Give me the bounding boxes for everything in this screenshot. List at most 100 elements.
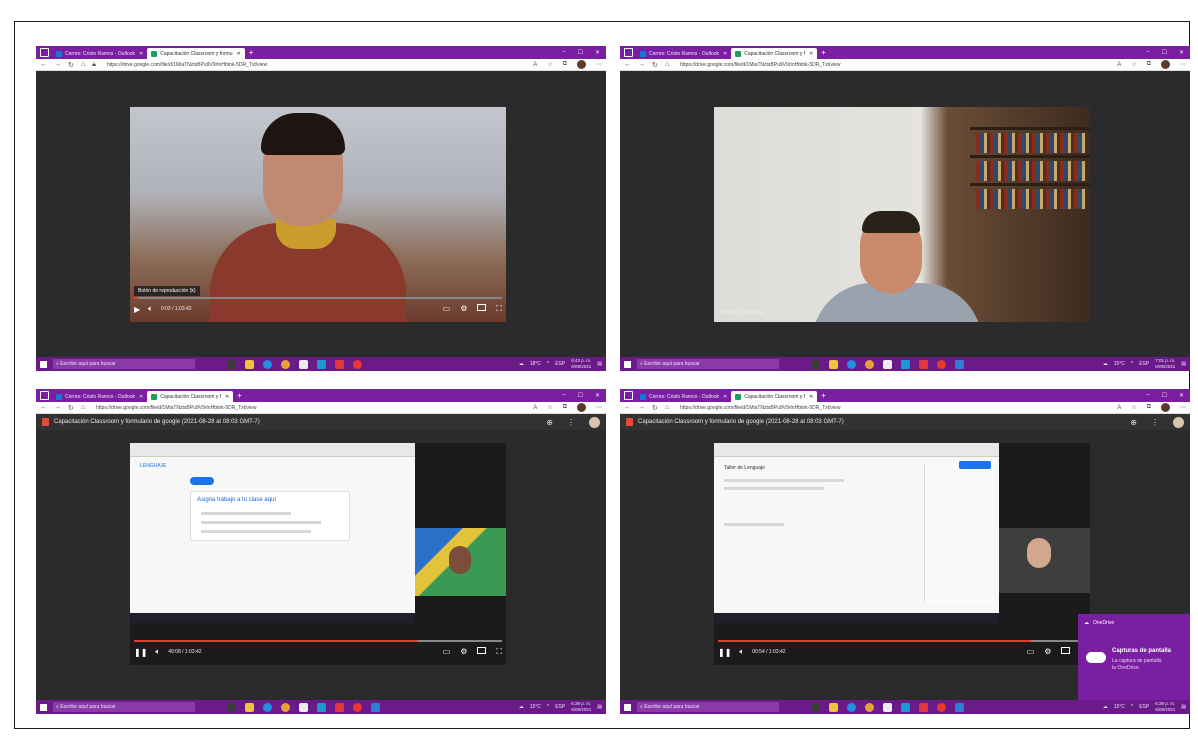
tab-actions-icon[interactable] — [624, 391, 633, 400]
close-icon[interactable]: ✕ — [809, 394, 813, 400]
clock[interactable]: 7:01 p. m. 6/09/2021 — [1155, 358, 1175, 370]
refresh-icon[interactable]: ↻ — [652, 404, 658, 412]
chrome-icon[interactable] — [281, 359, 290, 369]
clock[interactable]: 6:39 p. m. 6/09/2021 — [571, 701, 591, 713]
volume-icon[interactable]: 🔈︎ — [155, 647, 160, 657]
store-icon[interactable] — [299, 359, 308, 369]
tab-outlook[interactable]: Correo: Cristo Ramos - Outlook ✕ — [636, 391, 731, 402]
task-view-icon[interactable] — [811, 359, 820, 369]
photos-icon[interactable] — [955, 359, 964, 369]
new-tab-button[interactable]: + — [249, 48, 254, 57]
profile-avatar[interactable] — [577, 403, 586, 412]
pause-icon[interactable]: ❚❚ — [134, 648, 147, 657]
favorite-icon[interactable]: ☆ — [1131, 61, 1136, 68]
edge-icon[interactable] — [847, 359, 856, 369]
settings-gear-icon[interactable]: ⚙ — [1044, 647, 1051, 657]
video-player[interactable]: Taller de Lenguaje — [714, 443, 1090, 665]
edge-icon[interactable] — [263, 359, 272, 369]
add-person-icon[interactable]: ⊕ — [1130, 418, 1137, 427]
more-options-button[interactable]: ⋮ — [1151, 418, 1159, 427]
more-icon[interactable]: ⋯ — [596, 61, 602, 68]
taskbar-search[interactable]: ⌕ Escribe aquí para buscar — [53, 702, 195, 712]
windows-start-icon[interactable] — [40, 703, 47, 711]
close-icon[interactable]: ✕ — [225, 394, 229, 400]
minimize-button[interactable]: – — [562, 49, 565, 56]
chrome-icon[interactable] — [865, 359, 874, 369]
url-field[interactable]: https://drive.google.com/file/d/1MiaTNzt… — [680, 405, 840, 411]
opera-icon[interactable] — [353, 359, 362, 369]
close-button[interactable]: ✕ — [1179, 392, 1184, 399]
file-explorer-icon[interactable] — [829, 359, 838, 369]
collections-icon[interactable]: ⧉ — [1147, 61, 1151, 68]
notifications-icon[interactable]: ▤ — [1181, 361, 1186, 367]
more-icon[interactable]: ⋯ — [1180, 61, 1186, 68]
video-player[interactable]: Hector cardenas — [714, 107, 1090, 322]
volume-icon[interactable]: 🔈︎ — [739, 647, 744, 657]
store-icon[interactable] — [883, 359, 892, 369]
refresh-icon[interactable]: ↻ — [652, 61, 658, 69]
avatar[interactable] — [1173, 416, 1184, 428]
read-aloud-icon[interactable]: A — [1117, 62, 1121, 68]
settings-gear-icon[interactable]: ⚙ — [460, 647, 467, 657]
home-icon[interactable]: ⌂ — [81, 404, 85, 411]
add-person-icon[interactable]: ⊕ — [546, 418, 553, 427]
close-button[interactable]: ✕ — [595, 49, 600, 56]
store-icon[interactable] — [299, 702, 308, 712]
profile-avatar[interactable] — [1161, 403, 1170, 412]
tab-drive[interactable]: Capacitación Classroom y f ✕ — [731, 391, 818, 402]
new-tab-button[interactable]: + — [237, 391, 242, 400]
minimize-button[interactable]: – — [562, 392, 565, 399]
chevron-up-icon[interactable]: ^ — [547, 361, 549, 367]
favorite-icon[interactable]: ☆ — [547, 404, 552, 411]
task-view-icon[interactable] — [227, 359, 236, 369]
captions-icon[interactable]: ▭ — [1027, 647, 1035, 657]
tab-actions-icon[interactable] — [40, 48, 49, 57]
close-icon[interactable]: ✕ — [139, 394, 143, 400]
office-icon[interactable] — [335, 702, 344, 712]
new-tab-button[interactable]: + — [821, 48, 826, 57]
chevron-up-icon[interactable]: ^ — [1131, 361, 1133, 367]
mail-icon[interactable] — [317, 702, 326, 712]
pause-icon[interactable]: ❚❚ — [718, 648, 731, 657]
collections-icon[interactable]: ⧉ — [1147, 404, 1151, 411]
tab-drive[interactable]: Capacitación Classroom y f ✕ — [147, 391, 234, 402]
weather-icon[interactable]: ☁ — [1103, 361, 1108, 367]
url-field[interactable]: https://drive.google.com/file/d/1MiaTNzt… — [680, 62, 840, 68]
url-field[interactable]: https://drive.google.com/file/d/1MiaTNzt… — [96, 405, 256, 411]
close-icon[interactable]: ✕ — [723, 394, 727, 400]
weather-icon[interactable]: ☁ — [519, 704, 524, 710]
windows-start-icon[interactable] — [40, 360, 47, 368]
weather-icon[interactable]: ☁ — [1103, 704, 1108, 710]
clock[interactable]: 6:39 p. m. 6/09/2021 — [1155, 701, 1175, 713]
fullscreen-icon[interactable]: ⛶ — [496, 304, 502, 314]
photos-icon[interactable] — [371, 702, 380, 712]
minimize-button[interactable]: – — [1146, 49, 1149, 56]
captions-icon[interactable]: ▭ — [443, 647, 451, 657]
task-view-icon[interactable] — [811, 702, 820, 712]
edge-icon[interactable] — [847, 702, 856, 712]
store-icon[interactable] — [883, 702, 892, 712]
miniplayer-icon[interactable] — [477, 304, 487, 311]
fullscreen-icon[interactable]: ⛶ — [496, 647, 502, 657]
refresh-icon[interactable]: ↻ — [68, 61, 74, 69]
close-button[interactable]: ✕ — [595, 392, 600, 399]
profile-avatar[interactable] — [1161, 60, 1170, 69]
new-tab-button[interactable]: + — [821, 391, 826, 400]
forward-icon[interactable]: → — [54, 61, 61, 68]
minimize-button[interactable]: – — [1146, 392, 1149, 399]
notifications-icon[interactable]: ▤ — [597, 704, 602, 710]
chevron-up-icon[interactable]: ^ — [547, 704, 549, 710]
more-icon[interactable]: ⋯ — [1180, 404, 1186, 411]
close-icon[interactable]: ✕ — [809, 51, 813, 57]
read-aloud-icon[interactable]: A — [533, 62, 537, 68]
home-icon[interactable]: ⌂ — [665, 61, 669, 68]
notifications-icon[interactable]: ▤ — [1181, 704, 1186, 710]
favorite-icon[interactable]: ☆ — [547, 61, 552, 68]
maximize-button[interactable]: ☐ — [578, 49, 583, 56]
onedrive-notification[interactable]: ☁ OneDrive Capturas de pantalla La captur… — [1078, 614, 1190, 702]
miniplayer-icon[interactable] — [1061, 647, 1071, 654]
taskbar-search[interactable]: ⌕ Escribe aquí para buscar — [53, 359, 195, 369]
tab-outlook[interactable]: Correo: Cristo Ramos - Outlook ✕ — [52, 391, 147, 402]
back-icon[interactable]: ← — [624, 404, 631, 411]
opera-icon[interactable] — [937, 702, 946, 712]
